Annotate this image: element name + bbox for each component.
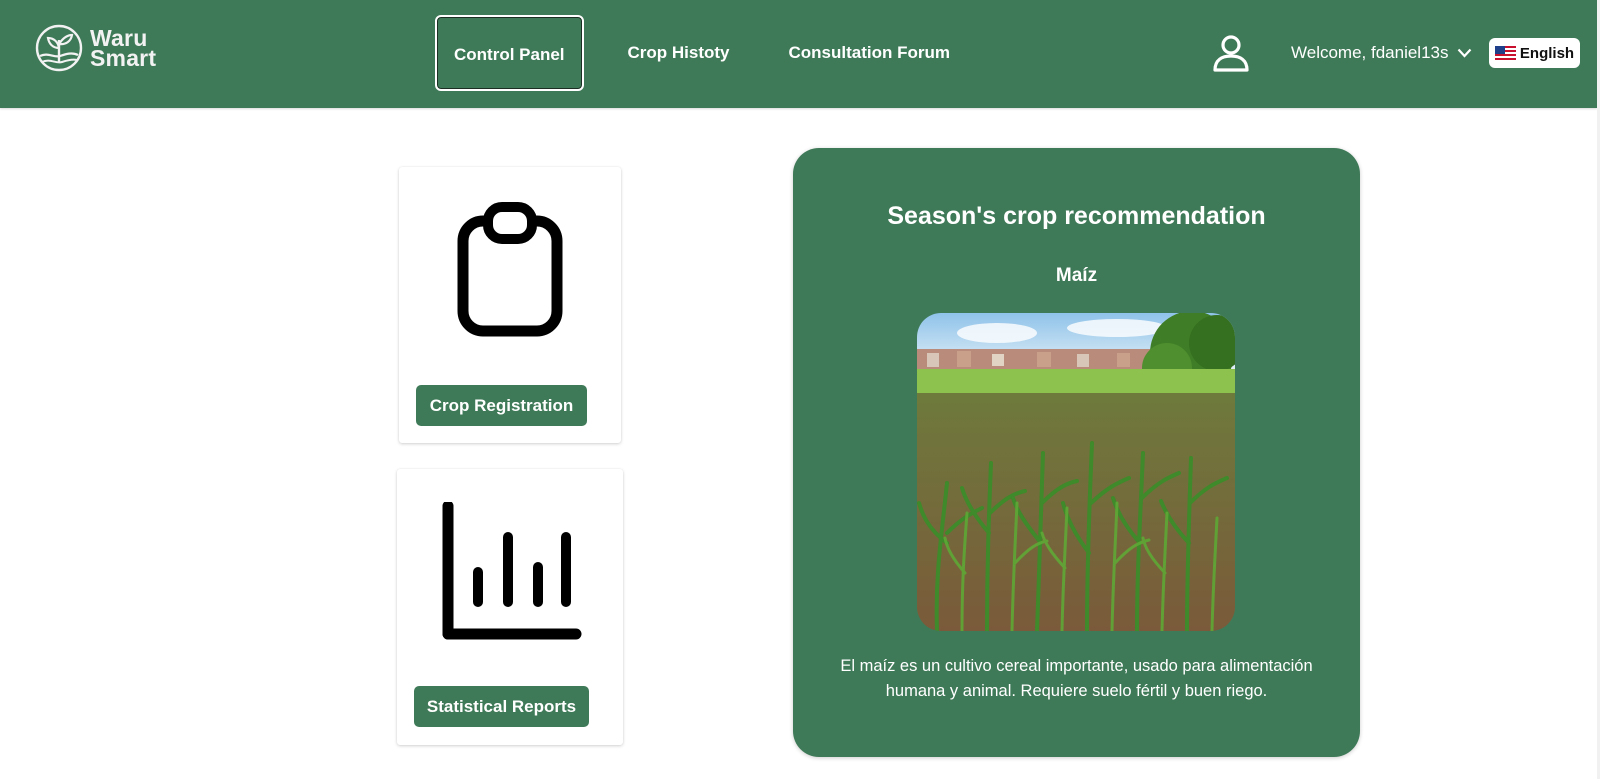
nav-control-panel[interactable]: Control Panel (435, 15, 584, 91)
nav-crop-history[interactable]: Crop Histoty (611, 15, 747, 91)
brand-name: Waru Smart (90, 27, 157, 71)
crop-registration-button[interactable]: Crop Registration (416, 385, 587, 426)
statistical-reports-button[interactable]: Statistical Reports (414, 686, 589, 727)
user-menu[interactable]: Welcome, fdaniel13s (1291, 43, 1472, 63)
sprout-in-circle-icon (35, 24, 83, 72)
recommendation-description: El maíz es un cultivo cereal importante,… (840, 657, 1313, 700)
crop-recommendation-panel: Season's crop recommendation Maíz El maí… (793, 148, 1360, 757)
nav-consultation-forum[interactable]: Consultation Forum (772, 15, 967, 91)
main-nav: Control Panel Crop Histoty Consultation … (435, 15, 967, 91)
recommendation-title: Season's crop recommendation (887, 202, 1266, 230)
statistical-reports-card: Statistical Reports (397, 469, 623, 745)
chevron-down-icon (1457, 48, 1471, 58)
crop-registration-card: Crop Registration (399, 167, 621, 443)
top-nav-bar: Waru Smart Control Panel Crop Histoty Co… (0, 0, 1597, 108)
us-flag-icon (1494, 46, 1516, 60)
corn-field-photo (917, 313, 1235, 631)
clipboard-icon (457, 202, 563, 337)
bar-chart-icon (442, 502, 582, 640)
brand-logo[interactable]: Waru Smart (34, 22, 156, 74)
language-selector[interactable]: English (1489, 38, 1580, 68)
welcome-text: Welcome, fdaniel13s (1291, 43, 1449, 62)
brand-name-line2: Smart (90, 45, 157, 71)
user-icon[interactable] (1212, 34, 1250, 72)
recommended-crop-name: Maíz (1055, 265, 1098, 286)
language-label: English (1519, 44, 1575, 62)
